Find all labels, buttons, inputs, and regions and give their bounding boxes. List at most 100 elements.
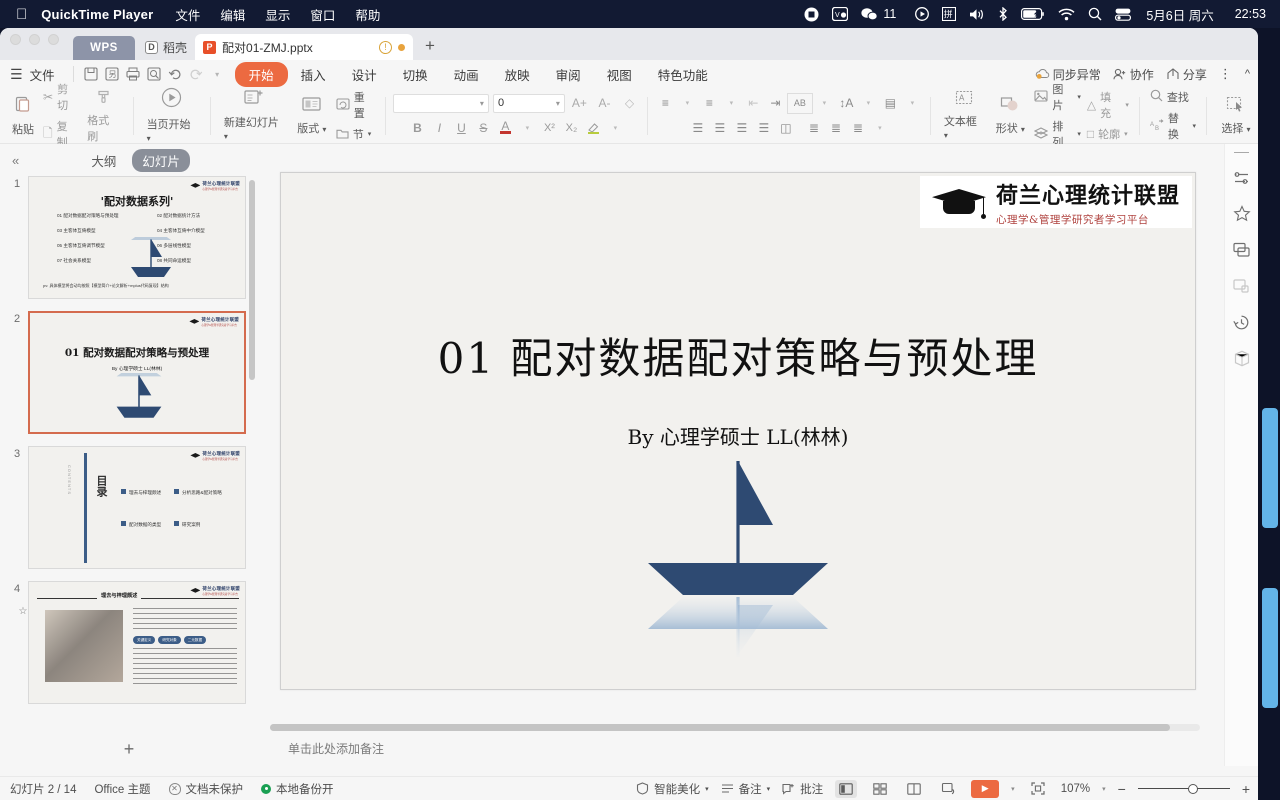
comment-button[interactable]: 批注 bbox=[782, 781, 823, 797]
shrink-font-button[interactable]: A- bbox=[594, 93, 615, 114]
bluetooth-icon[interactable] bbox=[998, 7, 1008, 21]
font-color-dropdown[interactable]: ▾ bbox=[517, 118, 538, 139]
minimize-button[interactable] bbox=[29, 34, 40, 45]
bullet-list-dropdown[interactable]: ▾ bbox=[677, 93, 698, 114]
ribbon-tab-view[interactable]: 视图 bbox=[594, 63, 645, 86]
screen-capture-icon[interactable] bbox=[1231, 239, 1253, 261]
slide-sorter-icon[interactable] bbox=[869, 780, 891, 798]
share-button[interactable]: 分享 bbox=[1166, 66, 1207, 83]
playback-icon[interactable] bbox=[915, 7, 930, 21]
smart-beautify-button[interactable]: 智能美化 ▾ bbox=[636, 781, 709, 797]
save-icon[interactable] bbox=[82, 65, 101, 84]
chevron-down-icon[interactable]: ▾ bbox=[705, 785, 709, 793]
fit-to-window-icon[interactable] bbox=[1027, 780, 1049, 798]
picture-button[interactable]: 图片 ▾ bbox=[1031, 80, 1084, 114]
align-text-button[interactable]: ↕A bbox=[836, 93, 857, 114]
chevron-down-icon[interactable]: ▾ bbox=[224, 132, 228, 141]
thumbnail-list[interactable]: 1 荷兰心理统计联盟 心理学&管理学研究者学习平台 '配对数据系列' 01 配对… bbox=[0, 176, 258, 762]
tab-outline[interactable]: 大纲 bbox=[85, 149, 122, 172]
clear-format-icon[interactable]: ◇ bbox=[619, 93, 640, 114]
play-dropdown-icon[interactable]: ▾ bbox=[1011, 785, 1015, 793]
macmenu-file[interactable]: 文件 bbox=[175, 5, 200, 24]
ribbon-tab-slideshow[interactable]: 放映 bbox=[492, 63, 543, 86]
file-tab-pptx[interactable]: P 配对01-ZMJ.pptx ! bbox=[195, 34, 414, 60]
hamburger-icon[interactable]: ☰ bbox=[10, 66, 23, 83]
battery-charging-icon[interactable] bbox=[1021, 8, 1045, 20]
columns-dropdown[interactable]: ▾ bbox=[869, 118, 890, 139]
print-icon[interactable] bbox=[124, 65, 143, 84]
notes-toggle-button[interactable]: 备注 ▾ bbox=[721, 781, 771, 797]
reset-button[interactable]: 重置 bbox=[333, 88, 378, 122]
columns-button[interactable]: ≣ bbox=[847, 118, 868, 139]
paragraph-spacing-button[interactable]: ≣ bbox=[825, 118, 846, 139]
thumbnail-item-1[interactable]: 1 荷兰心理统计联盟 心理学&管理学研究者学习平台 '配对数据系列' 01 配对… bbox=[6, 176, 258, 299]
numbered-list-button[interactable]: ≡ bbox=[699, 93, 720, 114]
slider-settings-icon[interactable] bbox=[1231, 167, 1253, 189]
chevron-down-icon[interactable]: ▾ bbox=[944, 131, 948, 140]
macmenu-help[interactable]: 帮助 bbox=[355, 5, 380, 24]
decrease-indent-button[interactable]: ⇤ bbox=[743, 93, 764, 114]
collaborate-button[interactable]: 协作 bbox=[1113, 66, 1154, 83]
start-from-current-slide-button[interactable]: 当页开始 ▾ bbox=[141, 87, 203, 144]
macmenu-edit[interactable]: 编辑 bbox=[220, 5, 245, 24]
numbered-list-dropdown[interactable]: ▾ bbox=[721, 93, 742, 114]
presenter-view-icon[interactable] bbox=[937, 780, 959, 798]
subscript-button[interactable]: X₂ bbox=[561, 118, 582, 139]
align-left-button[interactable]: ☰ bbox=[687, 118, 708, 139]
scrollbar-thumb[interactable] bbox=[270, 724, 1170, 731]
chevron-down-icon[interactable]: ▾ bbox=[767, 785, 771, 793]
align-center-button[interactable]: ☰ bbox=[709, 118, 730, 139]
chevron-down-icon[interactable]: ▾ bbox=[1192, 122, 1196, 130]
control-center-icon[interactable] bbox=[1115, 8, 1132, 21]
chevron-down-icon[interactable]: ▾ bbox=[1246, 125, 1250, 134]
thumbnail-item-2[interactable]: 2 荷兰心理统计联盟 心理学&管理学研究者学习平台 01 配对数据配对策略与预处… bbox=[6, 311, 258, 434]
zoom-slider[interactable] bbox=[1137, 783, 1230, 795]
zoom-out-button[interactable]: − bbox=[1118, 781, 1126, 797]
layout-button[interactable]: 版式 ▾ bbox=[291, 96, 333, 136]
chevron-down-icon[interactable]: ▾ bbox=[556, 99, 560, 108]
format-painter-button[interactable]: 格式刷 bbox=[81, 87, 125, 144]
ribbon-tab-features[interactable]: 特色功能 bbox=[645, 63, 721, 86]
highlight-dropdown[interactable]: ▾ bbox=[605, 118, 626, 139]
collapse-left-icon[interactable]: « bbox=[12, 153, 19, 168]
chevron-down-icon[interactable]: ▾ bbox=[480, 99, 484, 108]
strikethrough-button[interactable]: S bbox=[473, 118, 494, 139]
section-button[interactable]: 节 ▾ bbox=[333, 125, 378, 143]
play-slideshow-icon[interactable]: ▶ bbox=[971, 779, 1000, 798]
outline-button[interactable]: □ 轮廓 ▾ bbox=[1084, 125, 1132, 143]
ai-magic-icon[interactable] bbox=[1231, 203, 1253, 225]
ribbon-tab-home[interactable]: 开始 bbox=[234, 61, 288, 87]
thumbnail-preview-selected[interactable]: 荷兰心理统计联盟 心理学&管理学研究者学习平台 01 配对数据配对策略与预处理 … bbox=[28, 311, 246, 434]
superscript-button[interactable]: X² bbox=[539, 118, 560, 139]
thumbnail-preview[interactable]: 荷兰心理统计联盟 心理学&管理学研究者学习平台 '配对数据系列' 01 配对数据… bbox=[28, 176, 246, 299]
warning-circle-icon[interactable]: ! bbox=[379, 40, 393, 54]
italic-button[interactable]: I bbox=[429, 118, 450, 139]
align-text-dropdown[interactable]: ▾ bbox=[858, 93, 879, 114]
chevron-down-icon[interactable]: ▾ bbox=[1125, 101, 1129, 109]
collapse-ribbon-icon[interactable]: ^ bbox=[1245, 68, 1250, 80]
chevron-down-icon[interactable]: ▾ bbox=[147, 134, 151, 143]
shape-button[interactable]: 形状 ▾ bbox=[989, 96, 1031, 136]
zoom-in-button[interactable]: + bbox=[1242, 781, 1250, 797]
volume-icon[interactable] bbox=[969, 8, 985, 21]
cut-button[interactable]: ✂ 剪切 bbox=[40, 80, 81, 114]
history-icon[interactable] bbox=[1231, 311, 1253, 333]
slide-subtitle[interactable]: By 心理学硕士 LL(林林) bbox=[281, 421, 1195, 450]
close-button[interactable] bbox=[10, 34, 21, 45]
reading-view-icon[interactable] bbox=[903, 780, 925, 798]
chevron-down-icon[interactable]: ▾ bbox=[1124, 130, 1128, 138]
chevron-down-icon[interactable]: ▾ bbox=[322, 125, 326, 134]
convert-smartart-button[interactable]: ▤ bbox=[880, 93, 901, 114]
canvas-horizontal-scrollbar[interactable] bbox=[270, 724, 1200, 731]
grow-font-button[interactable]: A+ bbox=[569, 93, 590, 114]
new-tab-button[interactable]: + bbox=[425, 36, 435, 60]
text-direction-dropdown[interactable]: ▾ bbox=[814, 93, 835, 114]
bold-button[interactable]: B bbox=[407, 118, 428, 139]
tab-slides[interactable]: 幻灯片 bbox=[132, 148, 190, 172]
slide-canvas[interactable]: 荷兰心理统计联盟 心理学&管理学研究者学习平台 01 配对数据配对策略与预处理 … bbox=[280, 172, 1196, 690]
zoom-slider-knob[interactable] bbox=[1187, 783, 1198, 794]
highlight-icon[interactable] bbox=[583, 118, 604, 139]
window-controls[interactable] bbox=[10, 28, 59, 60]
text-direction-button[interactable]: AB bbox=[786, 92, 813, 114]
more-vertical-icon[interactable]: ⋮ bbox=[1219, 66, 1233, 82]
